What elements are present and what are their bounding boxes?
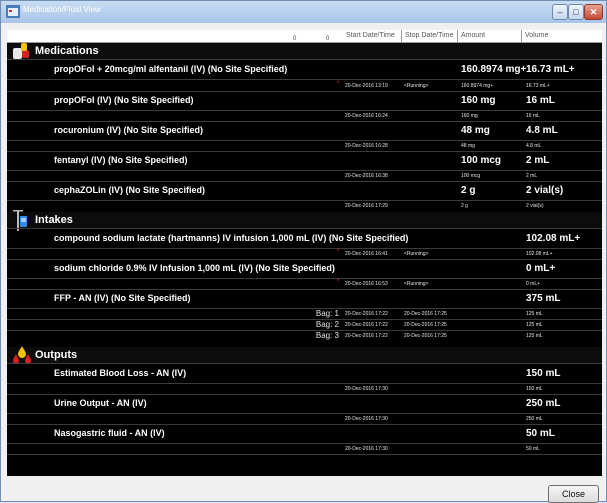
app-icon xyxy=(6,5,20,18)
volume-detail: 16.73 mL+ xyxy=(526,83,550,89)
column-stop-datetime[interactable]: Stop Date/Time xyxy=(402,30,458,43)
volume-value: 375 mL xyxy=(526,293,561,304)
title-bar[interactable]: Medication/Fluid View – □ ✕ xyxy=(1,1,606,23)
amount-value: 160 mg xyxy=(461,95,496,106)
volume-value: 0 mL+ xyxy=(526,263,556,274)
intake-item[interactable]: compound sodium lactate (hartmanns) IV i… xyxy=(54,233,408,243)
section-label: Outputs xyxy=(35,349,78,361)
section-label: Intakes xyxy=(35,214,73,226)
start-time: 20-Dec-2016 16:41 xyxy=(345,251,388,257)
start-time: 20-Dec-2016 17:22 xyxy=(345,333,388,339)
volume-detail: 102.08 mL+ xyxy=(526,251,553,257)
minimize-button[interactable]: – xyxy=(552,4,568,20)
start-time: 20-Dec-2016 13:19 xyxy=(345,83,388,89)
bag-label: Bag: 1 xyxy=(315,309,339,318)
volume-value: 2 vial(s) xyxy=(526,185,564,196)
amount-detail: 160.8974 mg+ xyxy=(461,83,494,89)
stop-time: <Running> xyxy=(404,251,429,257)
output-item[interactable]: Estimated Blood Loss - AN (IV) xyxy=(54,368,186,378)
start-time: 20-Dec-2016 16:53 xyxy=(345,281,388,287)
volume-detail: 125 mL xyxy=(526,333,543,339)
volume-value: 4.8 mL xyxy=(526,125,558,136)
volume-value: 150 mL xyxy=(526,368,561,379)
running-star: * xyxy=(337,81,340,87)
volume-value: 16.73 mL+ xyxy=(526,64,575,75)
bag-label: Bag: 3 xyxy=(315,331,339,340)
volume-detail: 2 mL xyxy=(526,173,538,179)
medication-grid[interactable]: 0 0 Start Date/Time Stop Date/Time Amoun… xyxy=(7,30,602,476)
volume-detail: 125 mL xyxy=(526,311,543,317)
volume-detail: 250 mL xyxy=(526,416,543,422)
volume-detail: 50 mL xyxy=(526,446,540,452)
stop-time: <Running> xyxy=(404,281,429,287)
volume-detail: 150 mL xyxy=(526,386,543,392)
start-time: 20-Dec-2016 17:30 xyxy=(345,386,388,392)
volume-detail: 0 mL+ xyxy=(526,281,541,287)
output-item[interactable]: Nasogastric fluid - AN (IV) xyxy=(54,428,165,438)
amount-detail: 160 mg xyxy=(461,113,478,119)
amount-value: 100 mcg xyxy=(461,155,502,166)
stop-time: 20-Dec-2016 17:25 xyxy=(404,322,447,328)
section-intakes: Intakes xyxy=(7,210,602,231)
running-star: * xyxy=(337,279,340,285)
medication-item[interactable]: propOFol + 20mcg/ml alfentanil (IV) (No … xyxy=(54,64,287,74)
volume-detail: 16 mL xyxy=(526,113,540,119)
amount-value: 48 mg xyxy=(461,125,490,136)
volume-value: 250 mL xyxy=(526,398,561,409)
volume-detail: 125 mL xyxy=(526,322,543,328)
volume-value: 50 mL xyxy=(526,428,555,439)
bag-label: Bag: 2 xyxy=(315,320,339,329)
column-start-datetime[interactable]: Start Date/Time xyxy=(343,30,402,43)
window-close-button[interactable]: ✕ xyxy=(584,4,603,20)
amount-detail: 100 mcg xyxy=(461,173,481,179)
intake-item[interactable]: FFP - AN (IV) (No Site Specified) xyxy=(54,293,191,303)
intake-item[interactable]: sodium chloride 0.9% IV Infusion 1,000 m… xyxy=(54,263,335,273)
start-time: 20-Dec-2016 17:30 xyxy=(345,446,388,452)
start-time: 20-Dec-2016 16:38 xyxy=(345,173,388,179)
start-time: 20-Dec-2016 17:29 xyxy=(345,203,388,209)
running-star: * xyxy=(337,249,340,255)
medication-icon xyxy=(13,43,29,59)
amount-value: 2 g xyxy=(461,185,476,196)
medication-item[interactable]: cephaZOLin (IV) (No Site Specified) xyxy=(54,185,205,195)
medication-item[interactable]: propOFol (IV) (No Site Specified) xyxy=(54,95,194,105)
maximize-button[interactable]: □ xyxy=(568,4,584,20)
start-time: 20-Dec-2016 16:24 xyxy=(345,113,388,119)
column-volume[interactable]: Volume xyxy=(522,30,602,43)
section-outputs: Outputs xyxy=(7,346,602,364)
medication-item[interactable]: rocuronium (IV) (No Site Specified) xyxy=(54,125,203,135)
amount-detail: 48 mg xyxy=(461,143,475,149)
medication-fluid-window: Medication/Fluid View – □ ✕ 0 0 Start Da… xyxy=(0,0,607,503)
volume-value: 16 mL xyxy=(526,95,555,106)
start-time: 20-Dec-2016 17:30 xyxy=(345,416,388,422)
volume-detail: 2 vial(s) xyxy=(526,203,544,209)
medication-item[interactable]: fentanyl (IV) (No Site Specified) xyxy=(54,155,188,165)
stop-time: 20-Dec-2016 17:25 xyxy=(404,311,447,317)
stop-time: <Running> xyxy=(404,83,429,89)
window-title: Medication/Fluid View xyxy=(23,5,101,14)
amount-detail: 2 g xyxy=(461,203,468,209)
section-medications: Medications xyxy=(7,43,602,59)
close-button[interactable]: Close xyxy=(548,485,599,503)
volume-detail: 4.8 mL xyxy=(526,143,542,149)
start-time: 20-Dec-2016 17:22 xyxy=(345,311,388,317)
volume-value: 2 mL xyxy=(526,155,550,166)
amount-value: 160.8974 mg+ xyxy=(461,64,527,75)
stop-time: 20-Dec-2016 17:25 xyxy=(404,333,447,339)
section-label: Medications xyxy=(35,45,99,57)
volume-value: 102.08 mL+ xyxy=(526,233,581,244)
output-item[interactable]: Urine Output - AN (IV) xyxy=(54,398,147,408)
column-amount[interactable]: Amount xyxy=(458,30,522,43)
start-time: 20-Dec-2016 16:28 xyxy=(345,143,388,149)
start-time: 20-Dec-2016 17:22 xyxy=(345,322,388,328)
column-header-blank: 0 0 xyxy=(7,30,343,43)
